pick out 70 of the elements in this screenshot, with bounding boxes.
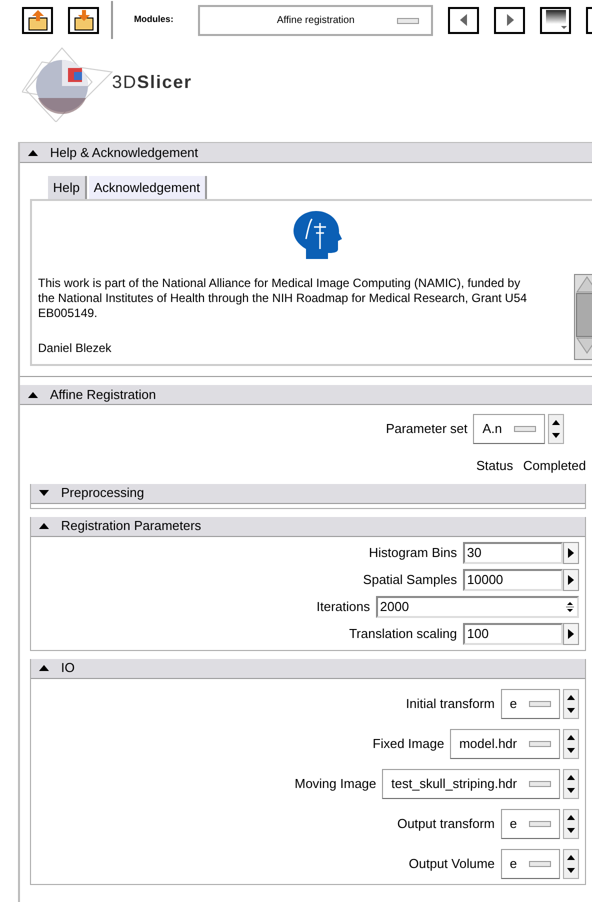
folder-download-icon[interactable]	[68, 6, 99, 34]
spinner-button[interactable]	[563, 848, 579, 878]
field-label: Initial transform	[406, 694, 495, 713]
field-label: Output transform	[397, 814, 495, 833]
previous-icon[interactable]	[448, 6, 479, 34]
parameter-set-label: Parameter set	[386, 420, 468, 438]
status-value: Completed	[523, 457, 586, 475]
status-label: Status	[476, 457, 514, 475]
section-header[interactable]: Help & Acknowledgement	[20, 143, 592, 163]
collapse-icon[interactable]	[28, 150, 38, 156]
menu-button[interactable]: A.n	[473, 414, 545, 444]
right-arrow-icon	[568, 574, 574, 584]
gradient-dropdown-icon[interactable]	[540, 6, 571, 34]
spinner-button[interactable]	[563, 688, 579, 718]
spinner-button[interactable]	[548, 414, 564, 444]
spinner-button[interactable]	[563, 808, 579, 838]
section-header[interactable]: Preprocessing	[31, 484, 585, 504]
menu-indicator-icon	[397, 18, 419, 24]
input-field[interactable]: 30	[463, 542, 563, 564]
expand-icon[interactable]	[39, 490, 49, 496]
menu-indicator-icon	[529, 860, 551, 866]
acknowledgement-text: This work is part of the National Alliance for Medical Image Computing (NAMIC), funded by the National Institutes of Health through the NIH Roadmap for Medical Research, Grant U54 EB005149.	[38, 276, 528, 321]
section-header[interactable]: Registration Parameters	[31, 516, 585, 536]
section-title: Registration Parameters	[61, 517, 202, 536]
spin-arrows-icon	[565, 600, 575, 614]
input-field[interactable]: 10000	[463, 568, 563, 590]
section-header[interactable]: IO	[31, 658, 585, 678]
module-select[interactable]: Affine registration	[198, 4, 433, 36]
field-label: Output Volume	[408, 854, 495, 873]
right-arrow-icon	[568, 548, 574, 558]
next-icon[interactable]	[494, 6, 525, 34]
right-arrow-icon	[568, 628, 574, 638]
menu-button[interactable]: e	[500, 848, 560, 878]
menu-indicator-icon	[529, 700, 551, 706]
menu-indicator-icon	[529, 740, 551, 746]
collapse-icon[interactable]	[39, 665, 49, 671]
section-title: IO	[61, 659, 75, 678]
menu-indicator-icon	[529, 820, 551, 826]
tab[interactable]: Acknowledgement	[88, 176, 207, 199]
arrow-button[interactable]	[563, 568, 579, 590]
menu-indicator-icon	[514, 426, 536, 432]
field-label: Fixed Image	[372, 734, 444, 753]
menu-button[interactable]: model.hdr	[450, 728, 560, 758]
tab[interactable]: Help	[48, 176, 87, 199]
head-logo-icon	[292, 209, 342, 261]
spinner-button[interactable]	[563, 728, 579, 758]
logo-text: 3DSlicer	[112, 71, 192, 94]
collapse-icon[interactable]	[39, 523, 49, 529]
collapse-icon[interactable]	[28, 392, 38, 398]
section-title: Preprocessing	[61, 484, 144, 502]
menu-indicator-icon	[529, 780, 551, 786]
spinner-button[interactable]	[563, 768, 579, 798]
arrow-button[interactable]	[563, 622, 579, 644]
author-text: Daniel Blezek	[38, 340, 112, 357]
field-label: Histogram Bins	[368, 544, 457, 562]
section-title: Help & Acknowledgement	[50, 144, 198, 162]
folder-upload-icon[interactable]	[22, 6, 53, 34]
menu-button[interactable]: test_skull_striping.hdr	[382, 768, 560, 798]
menu-button[interactable]: e	[500, 808, 560, 838]
modules-label: Modules:	[134, 13, 174, 26]
arrow-button[interactable]	[563, 542, 579, 564]
field-label: Translation scaling	[349, 624, 457, 643]
input-field[interactable]: 100	[463, 622, 563, 644]
field-label: Moving Image	[294, 774, 376, 793]
field-label: Spatial Samples	[363, 570, 457, 589]
section-header[interactable]: Affine Registration	[20, 385, 592, 405]
field-label: Iterations	[316, 598, 370, 616]
menu-button[interactable]: e	[500, 688, 560, 718]
spin-box[interactable]: 2000	[376, 596, 579, 618]
section-title: Affine Registration	[50, 386, 156, 404]
